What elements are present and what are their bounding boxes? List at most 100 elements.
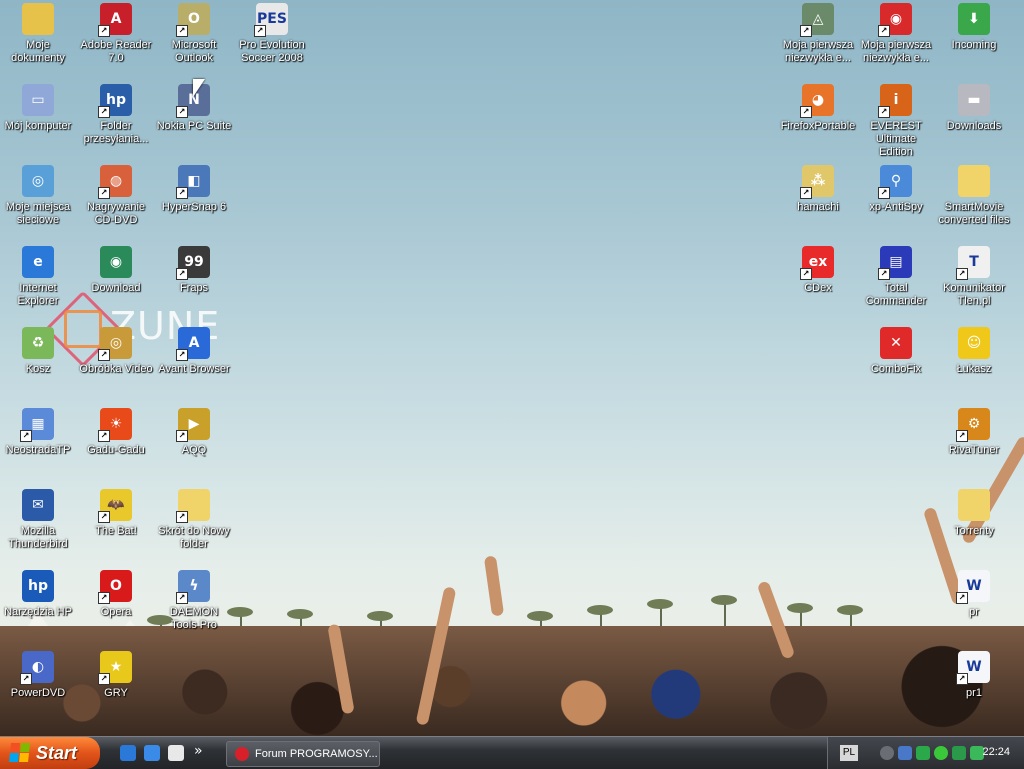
shortcut-arrow-icon: ↗ [176, 349, 188, 361]
desktop-icon[interactable]: ⬇ Incoming [936, 3, 1012, 52]
desktop-icon-label: pr [969, 606, 979, 618]
tray-monitor-icon[interactable] [916, 746, 930, 760]
shortcut-arrow-icon: ↗ [800, 187, 812, 199]
desktop-icon-label: Nagrywanie CD-DVD [86, 201, 146, 226]
shortcut-arrow-icon: ↗ [176, 511, 188, 523]
desktop-icon[interactable]: ▬ Downloads [936, 84, 1012, 133]
tray-app-icon[interactable] [952, 746, 966, 760]
shortcut-arrow-icon: ↗ [98, 106, 110, 118]
desktop-icon-label: pr1 [966, 687, 982, 699]
desktop-icon[interactable]: 99 ↗ Fraps [156, 246, 232, 295]
desktop-icon[interactable]: T ↗ Komunikator Tlen.pl [936, 246, 1012, 308]
shortcut-arrow-icon: ↗ [176, 187, 188, 199]
desktop-icon[interactable]: 🦇 ↗ The Bat! [78, 489, 154, 538]
shortcut-arrow-icon: ↗ [176, 25, 188, 37]
desktop-icon[interactable]: ♻ Kosz [0, 327, 76, 376]
icon-glyph: ▤ [889, 254, 903, 270]
word-document-icon: W ↗ [956, 651, 990, 685]
desktop-icon[interactable]: ex ↗ CDex [780, 246, 856, 295]
desktop-icon[interactable]: hp Narzędzia HP [0, 570, 76, 619]
desktop-icon-label: Pro Evolution Soccer 2008 [239, 39, 305, 64]
desktop-icon-label: hamachi [797, 201, 839, 213]
icon-glyph: i [893, 92, 899, 108]
desktop-icon[interactable]: ★ ↗ GRY [78, 651, 154, 700]
desktop-icon[interactable]: W ↗ pr [936, 570, 1012, 619]
taskbar-button-opera[interactable]: Forum PROGRAMOSY... [226, 741, 380, 767]
hp-folder-icon: hp ↗ [98, 84, 132, 118]
desktop-icon[interactable]: ☺ Łukasz [936, 327, 1012, 376]
icon-glyph: ◬ [812, 11, 824, 27]
desktop-icon[interactable]: A ↗ Avant Browser [156, 327, 232, 376]
shortcut-arrow-icon: ↗ [956, 268, 968, 280]
shortcut-arrow-icon: ↗ [98, 349, 110, 361]
desktop-icon[interactable]: e Internet Explorer [0, 246, 76, 308]
desktop-icon[interactable]: ⚙ ↗ RivaTuner [936, 408, 1012, 457]
quicklaunch-internet-explorer-icon[interactable] [120, 745, 136, 761]
network-places-icon: ◎ [22, 165, 54, 197]
icon-glyph: hp [28, 578, 48, 594]
desktop-icon-label: DAEMON Tools Pro [169, 606, 219, 631]
icon-glyph: W [966, 578, 982, 594]
icon-glyph: T [969, 254, 979, 270]
desktop-icon[interactable]: ▤ ↗ Total Commander [858, 246, 934, 308]
video-reel-icon: ◎ ↗ [98, 327, 132, 361]
desktop-icon-label: xp-AntiSpy [869, 201, 923, 213]
desktop-icon[interactable]: ☀ ↗ Gadu-Gadu [78, 408, 154, 457]
desktop-icon[interactable]: O ↗ Microsoft Outlook [156, 3, 232, 65]
icon-glyph: A [188, 335, 200, 351]
desktop-icon[interactable]: ▭ Mój komputer [0, 84, 76, 133]
icon-glyph: ϟ [189, 578, 199, 594]
desktop-icon[interactable]: ◍ ↗ Nagrywanie CD-DVD [78, 165, 154, 227]
desktop-icon[interactable]: Moje dokumenty [0, 3, 76, 65]
quicklaunch-overflow-button[interactable]: » [194, 743, 203, 759]
desktop-icon[interactable]: W ↗ pr1 [936, 651, 1012, 700]
desktop-icon[interactable]: PES ↗ Pro Evolution Soccer 2008 [234, 3, 310, 65]
icon-glyph: A [110, 11, 122, 27]
shortcut-arrow-icon: ↗ [176, 268, 188, 280]
shortcut-arrow-icon: ↗ [254, 25, 266, 37]
desktop-icon-label: AQQ [181, 444, 207, 456]
quicklaunch-ie-alt-icon[interactable] [144, 745, 160, 761]
desktop-icon[interactable]: ϟ ↗ DAEMON Tools Pro [156, 570, 232, 632]
desktop-icon[interactable]: ▦ ↗ NeostradaTP [0, 408, 76, 457]
quicklaunch-window-icon[interactable] [168, 745, 184, 761]
desktop-icon[interactable]: ⚲ ↗ xp-AntiSpy [858, 165, 934, 214]
desktop-icon-label: Mój komputer [4, 120, 72, 132]
icon-glyph: ◐ [31, 659, 45, 675]
desktop-icon[interactable]: O ↗ Opera [78, 570, 154, 619]
desktop-icon[interactable]: ⁂ ↗ hamachi [780, 165, 856, 214]
icon-glyph: O [188, 11, 200, 27]
desktop-icon[interactable]: ◉ Download [78, 246, 154, 295]
shortcut-arrow-icon: ↗ [956, 592, 968, 604]
clock[interactable]: 22:24 [982, 746, 1010, 758]
shortcut-arrow-icon: ↗ [98, 673, 110, 685]
desktop-icon[interactable]: ◎ Moje miejsca sieciowe [0, 165, 76, 227]
folder-documents-icon [22, 3, 54, 35]
tray-security-check-icon[interactable] [934, 746, 948, 760]
desktop-icon[interactable]: ◧ ↗ HyperSnap 6 [156, 165, 232, 214]
icon-glyph: ◧ [187, 173, 201, 189]
desktop-icon[interactable]: i ↗ EVEREST Ultimate Edition [858, 84, 934, 159]
desktop-icon[interactable]: Torrenty [936, 489, 1012, 538]
desktop-icon[interactable]: ◎ ↗ Obróbka Video [78, 327, 154, 376]
desktop-icon-label: Moje miejsca sieciowe [5, 201, 71, 226]
desktop-icon[interactable]: ↗ Skrót do Nowy folder [156, 489, 232, 551]
desktop-icon[interactable]: hp ↗ Folder przesyłania... [78, 84, 154, 146]
desktop-icon[interactable]: ▶ ↗ AQQ [156, 408, 232, 457]
start-button[interactable]: Start [0, 737, 100, 769]
desktop-icon[interactable]: ✕ ComboFix [858, 327, 934, 376]
tray-network-icon[interactable] [898, 746, 912, 760]
desktop-icon[interactable]: SmartMovie converted files [936, 165, 1012, 227]
shortcut-arrow-icon: ↗ [956, 673, 968, 685]
language-indicator[interactable]: PL [840, 745, 858, 761]
desktop-icon[interactable]: ✉ Mozilla Thunderbird [0, 489, 76, 551]
tray-collapse-icon[interactable] [880, 746, 894, 760]
desktop-icon[interactable]: ◬ ↗ Moja pierwsza niezwykła e... [780, 3, 856, 65]
desktop-icon[interactable]: ◉ ↗ Moja pierwsza niezwykła e... [858, 3, 934, 65]
desktop-icon[interactable]: A ↗ Adobe Reader 7.0 [78, 3, 154, 65]
internet-explorer-icon: e [22, 246, 54, 278]
nero-icon: ◍ ↗ [98, 165, 132, 199]
desktop-icon[interactable]: ◕ ↗ FirefoxPortable [780, 84, 856, 133]
firefox-icon: ◕ ↗ [800, 84, 834, 118]
desktop-icon[interactable]: ◐ ↗ PowerDVD [0, 651, 76, 700]
